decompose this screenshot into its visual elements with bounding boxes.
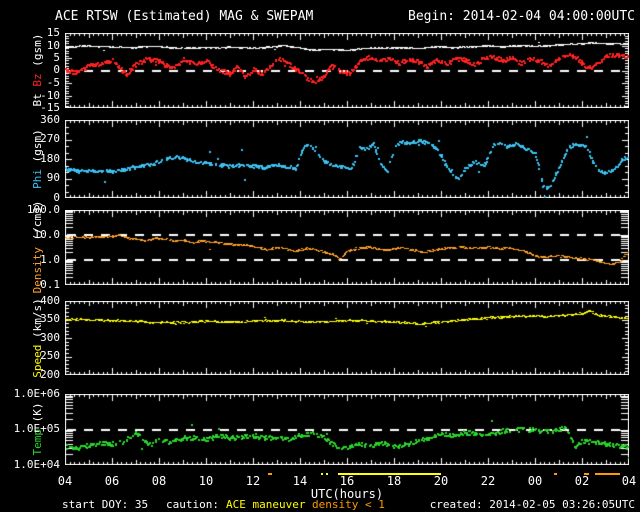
x-tick-label: 04	[57, 474, 73, 488]
y-tick-label: 250	[40, 349, 60, 362]
x-tick-label: 04	[621, 474, 637, 488]
page-title: ACE RTSW (Estimated) MAG & SWEPAM	[55, 9, 314, 24]
y-tick-label: 15	[46, 26, 60, 39]
y-tick-label: 5	[53, 51, 60, 64]
created-timestamp: created: 2014-02-05 03:26:05UTC	[429, 498, 635, 511]
x-tick-label: 22	[480, 474, 496, 488]
x-tick-label: 12	[245, 474, 261, 488]
x-tick-label: 20	[433, 474, 449, 488]
y-tick-label: 10	[46, 39, 60, 52]
ace-maneuver-marker	[321, 473, 324, 475]
x-tick-label: 16	[339, 474, 355, 488]
ace-maneuver-label: ACE maneuver	[226, 498, 306, 511]
y-tick-label: 300	[40, 331, 60, 344]
ace-maneuver-marker	[325, 473, 329, 475]
low-density-marker	[594, 473, 620, 475]
y-tick-label: 270	[40, 132, 60, 145]
x-tick-label: 14	[292, 474, 308, 488]
y-tick-label: 10.0	[33, 228, 61, 241]
y-tick-label: -5	[46, 76, 60, 89]
x-tick-label: 10	[198, 474, 214, 488]
speed-plot-area	[65, 301, 629, 375]
y-tick-label: 360	[40, 113, 60, 126]
bt-bz-plot-area	[65, 33, 629, 108]
y-tick-label: 90	[46, 171, 60, 184]
y-tick-label: 180	[40, 152, 60, 165]
y-tick-label: 1.0E+06	[13, 387, 60, 400]
low-density-marker	[268, 473, 272, 475]
x-tick-label: 00	[527, 474, 543, 488]
y-tick-label: 200	[40, 368, 60, 381]
ace-rtsw-plot: ACE RTSW (Estimated) MAG & SWEPAM Begin:…	[0, 0, 640, 512]
density-plot-area	[65, 210, 629, 285]
y-tick-label: 100.0	[26, 203, 60, 216]
phi-plot-area	[65, 120, 629, 198]
y-tick-label: 1.0	[40, 253, 60, 266]
y-tick-label: 0.1	[40, 278, 60, 291]
caution-label: caution:	[166, 498, 219, 511]
x-tick-label: 06	[104, 474, 120, 488]
y-tick-label: 0	[53, 63, 60, 76]
low-density-marker	[553, 473, 558, 475]
y-tick-label: 400	[40, 294, 60, 307]
low-density-marker	[584, 473, 590, 475]
ace-maneuver-marker	[337, 473, 441, 475]
x-tick-label: 18	[386, 474, 402, 488]
begin-timestamp: Begin: 2014-02-04 04:00:00UTC	[408, 9, 635, 24]
y-tick-label: 1.0E+05	[13, 422, 60, 435]
temp-plot-area	[65, 394, 629, 465]
x-tick-label: 02	[574, 474, 590, 488]
x-tick-label: 08	[151, 474, 167, 488]
y-tick-label: 1.0E+04	[13, 458, 60, 471]
low-density-label: density < 1	[312, 498, 385, 511]
y-tick-label: 350	[40, 312, 60, 325]
start-doy-label: start DOY: 35	[62, 498, 149, 511]
